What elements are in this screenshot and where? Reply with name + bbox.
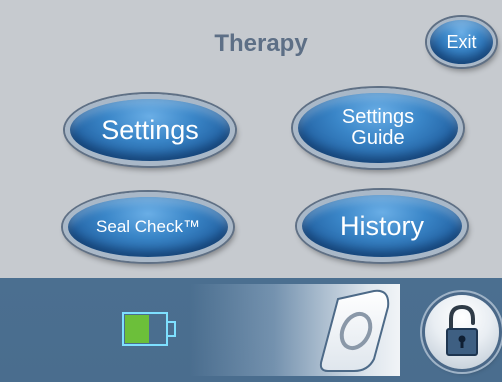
exit-button[interactable]: Exit bbox=[427, 17, 496, 67]
page-title: Therapy bbox=[214, 30, 308, 57]
history-button-label: History bbox=[339, 210, 424, 241]
settings-button-label: Settings bbox=[101, 114, 199, 145]
seal-check-button[interactable]: Seal Check™ bbox=[63, 192, 233, 262]
seal-check-button-label: Seal Check™ bbox=[96, 217, 200, 237]
unlock-button[interactable] bbox=[425, 295, 499, 369]
menu-area: Therapy Exit Settings Settings Guide Sea… bbox=[0, 0, 502, 278]
battery-fill bbox=[125, 315, 149, 343]
battery-icon bbox=[122, 312, 176, 346]
settings-button[interactable]: Settings bbox=[65, 94, 235, 166]
settings-guide-button[interactable]: Settings Guide bbox=[293, 88, 463, 168]
history-button[interactable]: History bbox=[297, 190, 467, 262]
therapy-screen: Therapy Exit Settings Settings Guide Sea… bbox=[0, 0, 502, 382]
status-bar bbox=[0, 278, 502, 382]
slide-to-unlock-handle-icon[interactable] bbox=[318, 289, 392, 373]
unlock-icon bbox=[446, 304, 478, 356]
settings-guide-button-label: Settings Guide bbox=[341, 106, 415, 149]
exit-button-label: Exit bbox=[446, 31, 477, 52]
